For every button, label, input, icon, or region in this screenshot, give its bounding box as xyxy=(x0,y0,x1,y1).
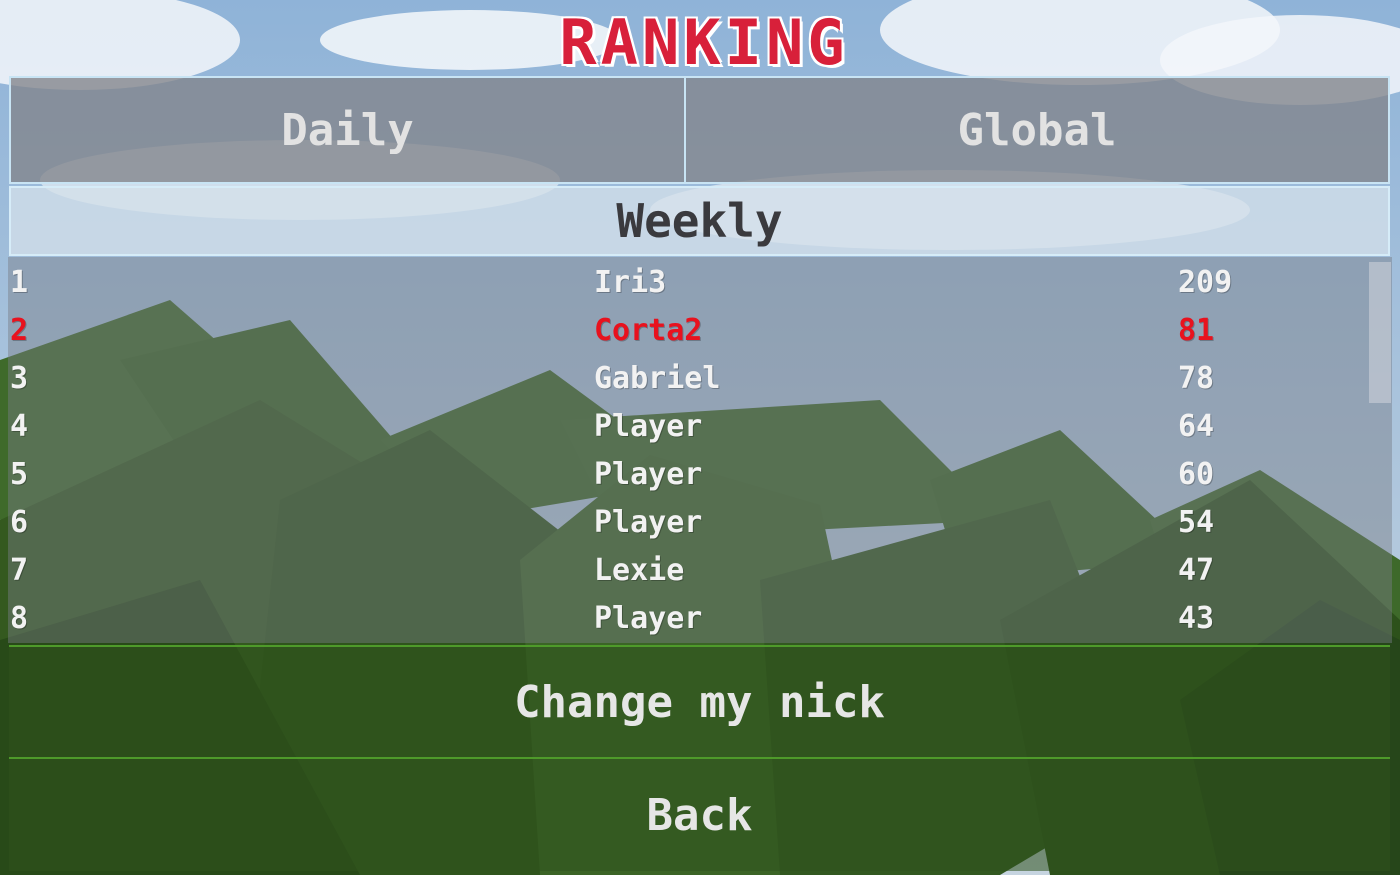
ranking-row-highlighted: 2 Corta2 81 xyxy=(8,307,1368,355)
ranking-row: 7 Lexie 47 xyxy=(8,547,1368,595)
score-cell: 78 xyxy=(1178,361,1215,396)
game-scene: RANKING Daily Global Weekly 1 Iri3 209 2… xyxy=(0,0,1400,875)
list-scrollbar[interactable] xyxy=(1369,262,1391,403)
player-name-cell: Lexie xyxy=(594,553,685,588)
back-button[interactable]: Back xyxy=(9,757,1390,871)
ranking-row: 1 Iri3 209 xyxy=(8,259,1368,307)
player-name-cell: Player xyxy=(594,601,703,636)
ranking-row: 6 Player 54 xyxy=(8,499,1368,547)
player-name-cell: Corta2 xyxy=(594,313,703,348)
change-nick-button[interactable]: Change my nick xyxy=(9,645,1390,757)
ranking-row: 3 Gabriel 78 xyxy=(8,355,1368,403)
player-name-cell: Player xyxy=(594,457,703,492)
player-name-cell: Iri3 xyxy=(594,265,667,300)
ranking-title: RANKING xyxy=(559,6,849,79)
ranking-list[interactable]: 1 Iri3 209 2 Corta2 81 3 Gabriel 78 4 Pl… xyxy=(8,257,1392,643)
ranking-row: 5 Player 60 xyxy=(8,451,1368,499)
rank-cell: 8 xyxy=(10,601,29,636)
rank-cell: 1 xyxy=(10,265,29,300)
score-cell: 43 xyxy=(1178,601,1215,636)
score-cell: 64 xyxy=(1178,409,1215,444)
player-name-cell: Gabriel xyxy=(594,361,721,396)
tab-weekly[interactable]: Weekly xyxy=(9,186,1390,256)
score-cell: 81 xyxy=(1178,313,1215,348)
score-cell: 60 xyxy=(1178,457,1215,492)
rank-cell: 7 xyxy=(10,553,29,588)
ranking-row: 4 Player 64 xyxy=(8,403,1368,451)
player-name-cell: Player xyxy=(594,409,703,444)
tab-daily[interactable]: Daily xyxy=(9,76,686,184)
tab-global[interactable]: Global xyxy=(684,76,1390,184)
score-cell: 54 xyxy=(1178,505,1215,540)
score-cell: 47 xyxy=(1178,553,1215,588)
score-cell: 209 xyxy=(1178,265,1233,300)
rank-cell: 4 xyxy=(10,409,29,444)
rank-cell: 6 xyxy=(10,505,29,540)
rank-cell: 3 xyxy=(10,361,29,396)
ranking-row: 8 Player 43 xyxy=(8,595,1368,643)
rank-cell: 2 xyxy=(10,313,29,348)
rank-cell: 5 xyxy=(10,457,29,492)
player-name-cell: Player xyxy=(594,505,703,540)
